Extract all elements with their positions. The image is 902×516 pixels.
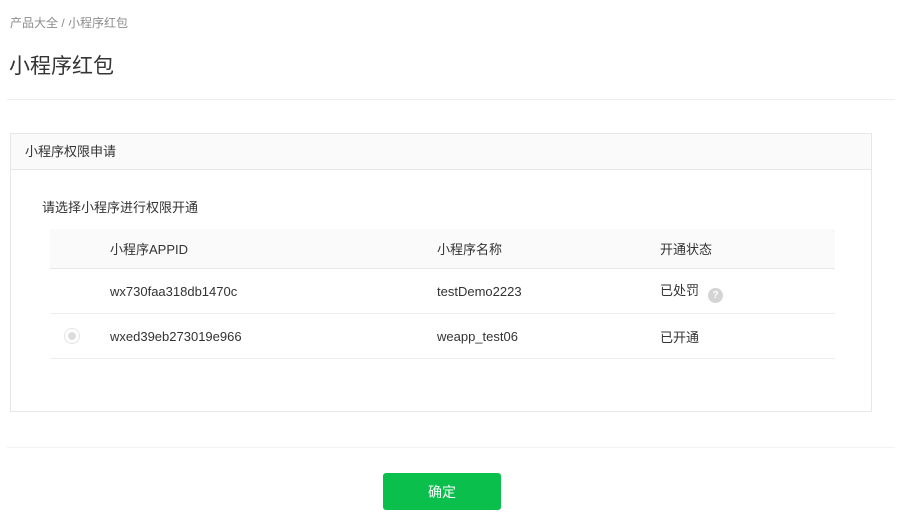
miniapp-table: 小程序APPID 小程序名称 开通状态 wx730faa318db1470c t… xyxy=(50,229,835,359)
page-title: 小程序红包 xyxy=(9,55,114,78)
appid-cell: wxed39eb273019e966 xyxy=(110,313,437,359)
status-text: 已处罚 xyxy=(660,282,700,298)
name-cell: weapp_test06 xyxy=(437,313,660,359)
breadcrumb-parent[interactable]: 产品大全 xyxy=(10,16,58,30)
appid-cell: wx730faa318db1470c xyxy=(110,268,437,314)
title-divider xyxy=(7,99,895,100)
breadcrumb-current: 小程序红包 xyxy=(68,16,129,30)
permission-panel: 小程序权限申请 请选择小程序进行权限开通 小程序APPID 小程序名称 开通状态… xyxy=(10,133,872,412)
status-text: 已开通 xyxy=(660,329,700,345)
breadcrumb: 产品大全 / 小程序红包 xyxy=(10,14,128,31)
radio-cell-empty xyxy=(50,268,110,314)
column-header-status: 开通状态 xyxy=(660,229,835,269)
panel-title: 小程序权限申请 xyxy=(25,144,117,159)
column-header-name: 小程序名称 xyxy=(437,229,660,269)
table-row: wx730faa318db1470c testDemo2223 已处罚? xyxy=(50,268,835,314)
status-cell: 已开通 xyxy=(660,313,835,359)
page: 产品大全 / 小程序红包 小程序红包 小程序权限申请 请选择小程序进行权限开通 … xyxy=(0,0,902,516)
radio-cell xyxy=(50,313,110,359)
footer-divider xyxy=(7,447,895,448)
table-header-row: 小程序APPID 小程序名称 开通状态 xyxy=(50,229,835,269)
status-cell: 已处罚? xyxy=(660,268,835,314)
breadcrumb-separator: / xyxy=(58,16,69,30)
miniapp-radio[interactable] xyxy=(64,328,80,345)
table-row: wxed39eb273019e966 weapp_test06 已开通 xyxy=(50,313,835,359)
panel-header: 小程序权限申请 xyxy=(11,134,871,170)
select-miniapp-instruction: 请选择小程序进行权限开通 xyxy=(42,200,199,215)
name-cell: testDemo2223 xyxy=(437,268,660,314)
column-header-select xyxy=(50,229,110,269)
help-icon[interactable]: ? xyxy=(708,287,724,303)
column-header-appid: 小程序APPID xyxy=(110,229,437,269)
confirm-button[interactable]: 确定 xyxy=(383,473,501,510)
